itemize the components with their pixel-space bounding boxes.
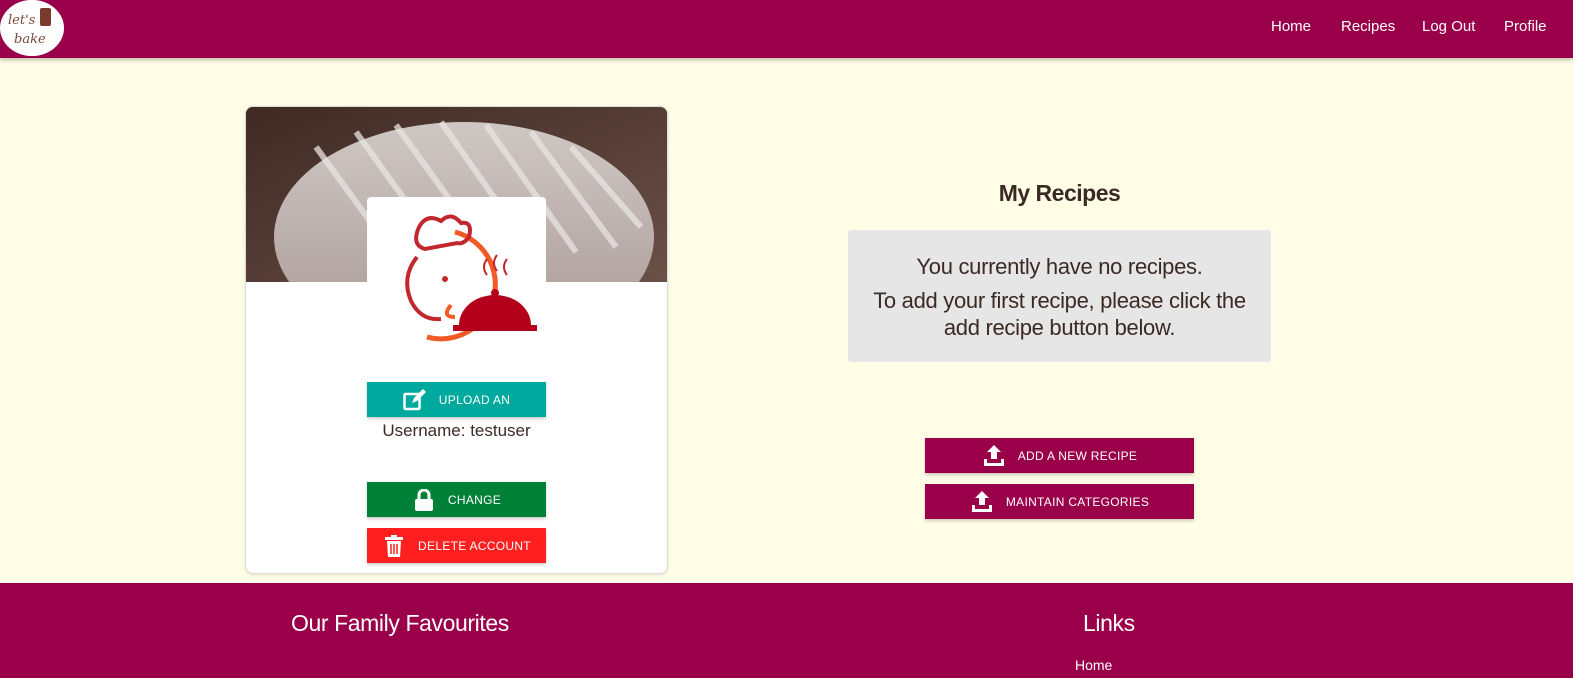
lock-icon [412, 488, 436, 512]
footer-links-title: Links [1083, 610, 1135, 636]
add-recipe-label: ADD A NEW RECIPE [1017, 448, 1138, 463]
top-navbar: let's bake Home Recipes Log Out Profile [0, 0, 1573, 58]
empty-message-line1: You currently have no recipes. [916, 254, 1203, 279]
svg-text:bake: bake [14, 32, 46, 47]
footer-link-home[interactable]: Home [1075, 657, 1112, 673]
my-recipes-title: My Recipes [998, 180, 1121, 206]
nav-logout[interactable]: Log Out [1422, 18, 1475, 35]
svg-text:let's: let's [8, 13, 36, 28]
empty-recipes-message: You currently have no recipes. To add yo… [848, 230, 1271, 362]
add-recipe-button[interactable]: ADD A NEW RECIPE [925, 438, 1194, 473]
nav-home[interactable]: Home [1271, 18, 1311, 35]
trash-icon [382, 534, 406, 558]
change-password-button[interactable]: CHANGE [367, 482, 546, 517]
edit-icon [403, 388, 427, 412]
profile-card: UPLOAD AN Username: testuser CHANGE DELE… [245, 106, 668, 574]
upload-avatar-label: UPLOAD AN [438, 392, 511, 407]
username-text: Username: testuser [382, 421, 531, 440]
maintain-categories-label: MAINTAIN CATEGORIES [1005, 494, 1150, 509]
delete-account-label: DELETE ACCOUNT [418, 538, 531, 553]
upload-avatar-button[interactable]: UPLOAD AN [367, 382, 546, 417]
delete-account-button[interactable]: DELETE ACCOUNT [367, 528, 546, 563]
chef-logo-icon [405, 214, 537, 342]
empty-message-line2: To add your first recipe, please click t… [873, 288, 1246, 340]
nav-profile[interactable]: Profile [1504, 18, 1547, 35]
profile-avatar [367, 197, 546, 357]
site-footer: Our Family Favourites Links Home [0, 583, 1573, 678]
site-logo[interactable]: let's bake [0, 0, 64, 56]
upload-icon [970, 490, 994, 514]
maintain-categories-button[interactable]: MAINTAIN CATEGORIES [925, 484, 1194, 519]
change-password-label: CHANGE [447, 492, 502, 507]
upload-icon [982, 444, 1006, 468]
footer-favourites-title: Our Family Favourites [291, 610, 509, 636]
nav-recipes[interactable]: Recipes [1341, 18, 1395, 35]
